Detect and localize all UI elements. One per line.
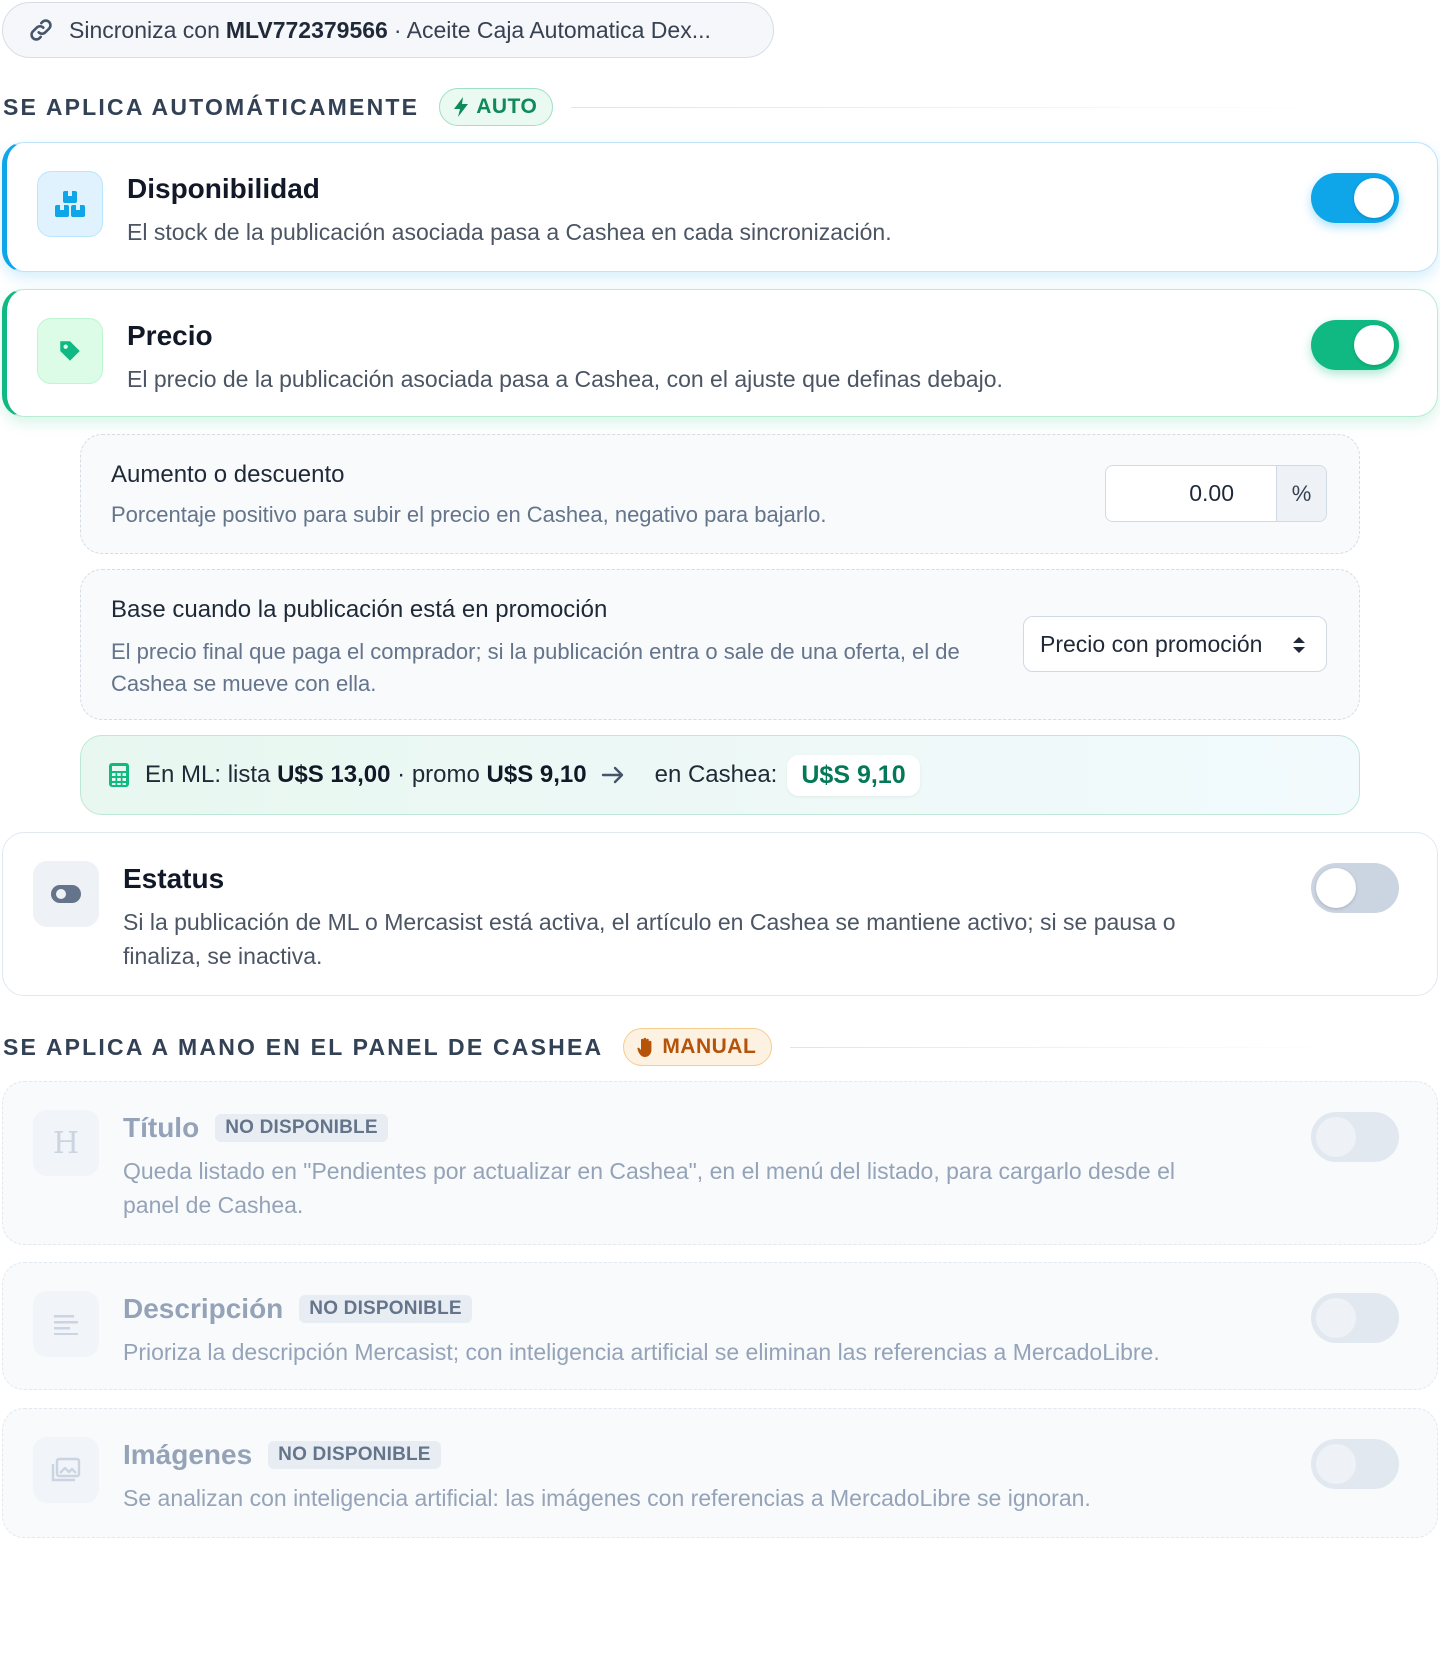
link-icon bbox=[30, 19, 52, 41]
adjustment-title: Aumento o descuento bbox=[111, 461, 345, 488]
calc-cashea-price: U$S 9,10 bbox=[787, 754, 920, 796]
status-title: Estatus bbox=[123, 863, 225, 894]
images-field-description: Se analizan con inteligencia artificial:… bbox=[123, 1485, 1091, 1511]
sync-prefix: Sincroniza con bbox=[69, 16, 220, 43]
images-field-card: Imágenes NO DISPONIBLE Se analizan con i… bbox=[2, 1408, 1438, 1538]
title-field-card: H Título NO DISPONIBLE Queda listado en … bbox=[2, 1081, 1438, 1245]
promo-base-select[interactable]: Precio con promoción bbox=[1023, 616, 1327, 672]
price-description: El precio de la publicación asociada pas… bbox=[127, 366, 1003, 392]
title-toggle bbox=[1311, 1112, 1399, 1162]
promo-base-selected: Precio con promoción bbox=[1040, 630, 1263, 657]
text-lines-icon bbox=[33, 1291, 99, 1357]
description-field-title: Descripción bbox=[123, 1293, 284, 1324]
manual-tag: MANUAL bbox=[623, 1028, 773, 1066]
auto-section-header: SE APLICA AUTOMÁTICAMENTE AUTO bbox=[3, 87, 1343, 127]
boxes-icon bbox=[37, 171, 103, 237]
manual-section-title: SE APLICA A MANO EN EL PANEL DE CASHEA bbox=[3, 1033, 604, 1060]
section-divider bbox=[571, 106, 1343, 108]
calc-promo-price: U$S 9,10 bbox=[486, 761, 587, 788]
sync-item-title: · Aceite Caja Automatica Dex... bbox=[393, 16, 711, 43]
auto-tag: AUTO bbox=[439, 88, 554, 126]
description-field-card: Descripción NO DISPONIBLE Prioriza la de… bbox=[2, 1262, 1438, 1390]
images-toggle bbox=[1311, 1439, 1399, 1489]
toggle-knob bbox=[1354, 178, 1394, 218]
percent-unit: % bbox=[1276, 466, 1326, 521]
toggle-knob bbox=[1316, 1117, 1356, 1157]
calc-cashea-label: en Cashea: bbox=[654, 761, 778, 788]
promo-base-description: El precio final que paga el comprador; s… bbox=[111, 639, 960, 696]
price-preview-bar: En ML: lista U$S 13,00 · promo U$S 9,10 … bbox=[80, 735, 1360, 815]
stock-description: El stock de la publicación asociada pasa… bbox=[127, 219, 892, 245]
calc-list-price: U$S 13,00 bbox=[277, 761, 391, 788]
heading-icon: H bbox=[33, 1110, 99, 1176]
manual-section-header: SE APLICA A MANO EN EL PANEL DE CASHEA M… bbox=[3, 1027, 1343, 1067]
adjustment-description: Porcentaje positivo para subir el precio… bbox=[111, 502, 827, 527]
stock-title: Disponibilidad bbox=[127, 173, 320, 204]
stock-sync-card: Disponibilidad El stock de la publicació… bbox=[2, 142, 1438, 272]
sync-item-id: MLV772379566 bbox=[225, 16, 388, 43]
price-toggle[interactable] bbox=[1311, 320, 1399, 370]
description-field-header: Descripción NO DISPONIBLE bbox=[123, 1293, 472, 1325]
toggle-knob bbox=[1316, 1444, 1356, 1484]
calc-prefix: En ML: lista bbox=[145, 761, 271, 788]
not-available-badge: NO DISPONIBLE bbox=[215, 1114, 388, 1142]
auto-tag-label: AUTO bbox=[476, 95, 538, 118]
description-field-description: Prioriza la descripción Mercasist; con i… bbox=[123, 1339, 1160, 1365]
select-arrows-icon bbox=[1293, 637, 1305, 653]
calc-promo-label: · promo bbox=[397, 761, 480, 788]
manual-tag-label: MANUAL bbox=[662, 1035, 757, 1058]
bolt-icon bbox=[454, 97, 469, 117]
images-field-title: Imágenes bbox=[123, 1439, 253, 1470]
auto-section-title: SE APLICA AUTOMÁTICAMENTE bbox=[3, 93, 420, 120]
toggle-knob bbox=[1354, 325, 1394, 365]
promo-base-title: Base cuando la publicación está en promo… bbox=[111, 596, 608, 623]
not-available-badge: NO DISPONIBLE bbox=[268, 1441, 441, 1469]
title-field-header: Título NO DISPONIBLE bbox=[123, 1112, 388, 1144]
price-sync-card: Precio El precio de la publicación asoci… bbox=[2, 289, 1438, 417]
arrow-right-icon bbox=[601, 765, 641, 785]
adjustment-input[interactable] bbox=[1106, 466, 1276, 521]
status-description: Si la publicación de ML o Mercasist está… bbox=[123, 909, 1176, 969]
not-available-badge: NO DISPONIBLE bbox=[299, 1295, 472, 1323]
price-adjustment-card: Aumento o descuento Porcentaje positivo … bbox=[80, 434, 1360, 554]
adjustment-percent-field: % bbox=[1105, 465, 1327, 522]
description-toggle bbox=[1311, 1293, 1399, 1343]
section-divider bbox=[790, 1046, 1343, 1048]
images-icon bbox=[33, 1437, 99, 1503]
price-title: Precio bbox=[127, 320, 213, 351]
toggle-knob bbox=[1316, 868, 1356, 908]
price-tag-icon bbox=[37, 318, 103, 384]
heading-icon-letter: H bbox=[52, 1125, 80, 1161]
title-field-title: Título bbox=[123, 1112, 200, 1143]
hand-icon bbox=[637, 1037, 652, 1057]
sync-link-pill[interactable]: Sincroniza con MLV772379566 · Aceite Caj… bbox=[2, 2, 774, 58]
images-field-header: Imágenes NO DISPONIBLE bbox=[123, 1439, 441, 1471]
toggle-knob bbox=[1316, 1298, 1356, 1338]
toggle-icon bbox=[33, 861, 99, 927]
title-field-description: Queda listado en "Pendientes por actuali… bbox=[123, 1158, 1175, 1218]
status-sync-card: Estatus Si la publicación de ML o Mercas… bbox=[2, 832, 1438, 996]
promo-base-card: Base cuando la publicación está en promo… bbox=[80, 569, 1360, 720]
stock-toggle[interactable] bbox=[1311, 173, 1399, 223]
calculator-icon bbox=[109, 763, 129, 787]
status-toggle[interactable] bbox=[1311, 863, 1399, 913]
